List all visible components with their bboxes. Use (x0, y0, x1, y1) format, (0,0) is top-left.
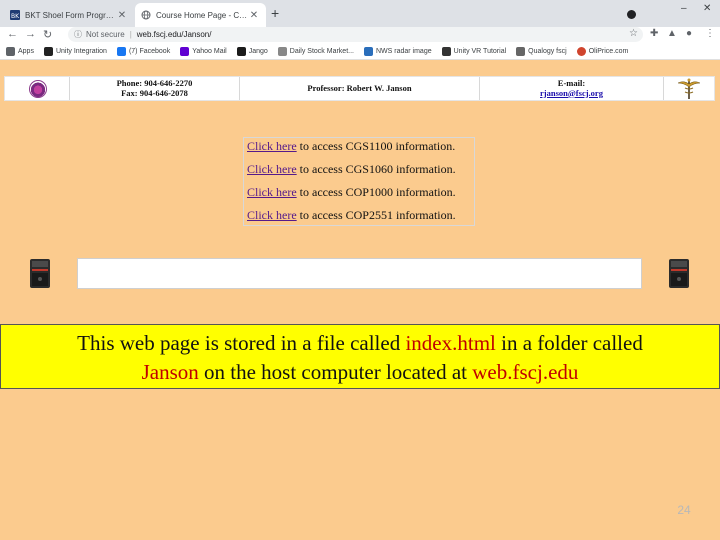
computer-tower-icon (669, 259, 689, 288)
email-cell: E-mail: rjanson@fscj.org (480, 77, 664, 100)
close-window-button[interactable]: ✕ (703, 3, 711, 14)
computer-tower-icon (30, 259, 50, 288)
banner-white-panel (77, 258, 642, 289)
svg-text:BK: BK (11, 13, 20, 20)
college-logo-icon (29, 80, 47, 98)
computer-tower-cell (642, 256, 715, 290)
apps-grid-icon (6, 46, 15, 56)
security-label: Not secure (86, 30, 125, 39)
browser-tab-strip: BK BKT Shoel Form Progress ✕ Course Home… (0, 0, 720, 27)
back-arrow-icon[interactable]: ← (7, 28, 18, 40)
facebook-icon (116, 46, 126, 56)
browser-toolbar: ← → ↻ ⓘ Not secure | web.fscj.edu/Janson… (0, 27, 720, 43)
unity-icon (43, 46, 53, 56)
minimize-button[interactable]: – (681, 3, 687, 14)
bookmark-item[interactable]: NWS radar image (363, 46, 432, 56)
jango-icon (236, 46, 246, 56)
course-row: Click here to access COP2551 information… (247, 208, 456, 222)
bookmark-item[interactable]: Jango (236, 46, 268, 56)
click-here-link[interactable]: Click here (247, 185, 297, 199)
stock-market-icon (277, 46, 287, 56)
reload-icon[interactable]: ↻ (43, 28, 52, 41)
banner-row (4, 256, 715, 290)
emblem-cell (664, 77, 714, 100)
course-row: Click here to access COP1000 information… (247, 185, 456, 199)
yahoo-mail-icon (180, 46, 190, 56)
tab-close-icon[interactable]: ✕ (116, 10, 128, 21)
professor-name: Professor: Robert W. Janson (307, 83, 412, 93)
computer-tower-cell (4, 256, 77, 290)
click-here-link[interactable]: Click here (247, 208, 297, 222)
bookmark-apps[interactable]: Apps (6, 46, 34, 56)
menu-icon[interactable]: ⋮ (705, 28, 715, 39)
bookmark-item[interactable]: Unity Integration (43, 46, 107, 56)
url-text: web.fscj.edu/Janson/ (136, 30, 212, 39)
fax-number: Fax: 904-646-2078 (121, 87, 188, 98)
course-links-table: Click here to access CGS1100 information… (243, 137, 475, 226)
browser-tab[interactable]: BK BKT Shoel Form Progress ✕ (4, 3, 134, 27)
bookmark-item[interactable]: (7) Facebook (116, 46, 170, 56)
extension-icon[interactable]: ▲ (667, 28, 677, 39)
host-name-highlight: web.fscj.edu (472, 360, 579, 384)
oilprice-icon (576, 46, 586, 56)
info-icon[interactable]: ⓘ (74, 29, 82, 40)
site-favicon-icon: BK (10, 10, 20, 20)
globe-favicon-icon (141, 10, 151, 20)
weather-radar-icon (363, 46, 373, 56)
bookmark-item[interactable]: OliPrice.com (576, 46, 628, 56)
bookmark-star-icon[interactable]: ☆ (629, 28, 638, 39)
bookmark-item[interactable]: Daily Stock Market... (277, 46, 354, 56)
page-header-table: Phone: 904-646-2270 Fax: 904-646-2078 Pr… (4, 76, 715, 101)
course-row: Click here to access CGS1100 information… (247, 139, 456, 153)
address-bar[interactable]: ⓘ Not secure | web.fscj.edu/Janson/ (68, 27, 643, 42)
browser-tab-active[interactable]: Course Home Page - CGS1062 ✕ (135, 3, 266, 27)
logo-cell (5, 77, 70, 100)
bookmark-item[interactable]: Qualogy fscj (516, 46, 567, 56)
click-here-link[interactable]: Click here (247, 139, 297, 153)
folder-name-highlight: Janson (141, 360, 199, 384)
professor-cell: Professor: Robert W. Janson (240, 77, 480, 100)
bookmark-item[interactable]: Yahoo Mail (180, 46, 227, 56)
unity-vr-icon (441, 46, 451, 56)
email-link[interactable]: rjanson@fscj.org (540, 88, 603, 98)
slide-number: 24 (677, 503, 691, 517)
phone-number: Phone: 904-646-2270 (116, 78, 193, 88)
bookmarks-bar: Apps Unity Integration (7) Facebook Yaho… (0, 43, 720, 60)
caduceus-emblem-icon (677, 78, 701, 99)
course-row: Click here to access CGS1060 information… (247, 162, 456, 176)
tab-close-icon[interactable]: ✕ (248, 10, 260, 21)
file-name-highlight: index.html (405, 331, 496, 355)
qualogy-icon (516, 46, 526, 56)
profile-avatar-icon[interactable]: ● (686, 28, 692, 39)
tab-title: Course Home Page - CGS1062 (156, 10, 248, 20)
contact-cell: Phone: 904-646-2270 Fax: 904-646-2078 (70, 77, 240, 100)
tab-title: BKT Shoel Form Progress (25, 10, 116, 20)
profile-icon[interactable] (627, 10, 636, 19)
new-tab-button[interactable]: + (271, 5, 279, 21)
extensions-puzzle-icon[interactable]: ✚ (650, 28, 658, 39)
bookmark-item[interactable]: Unity VR Tutorial (441, 46, 506, 56)
forward-arrow-icon[interactable]: → (25, 28, 36, 40)
click-here-link[interactable]: Click here (247, 162, 297, 176)
explanation-callout: This web page is stored in a file called… (0, 324, 720, 389)
